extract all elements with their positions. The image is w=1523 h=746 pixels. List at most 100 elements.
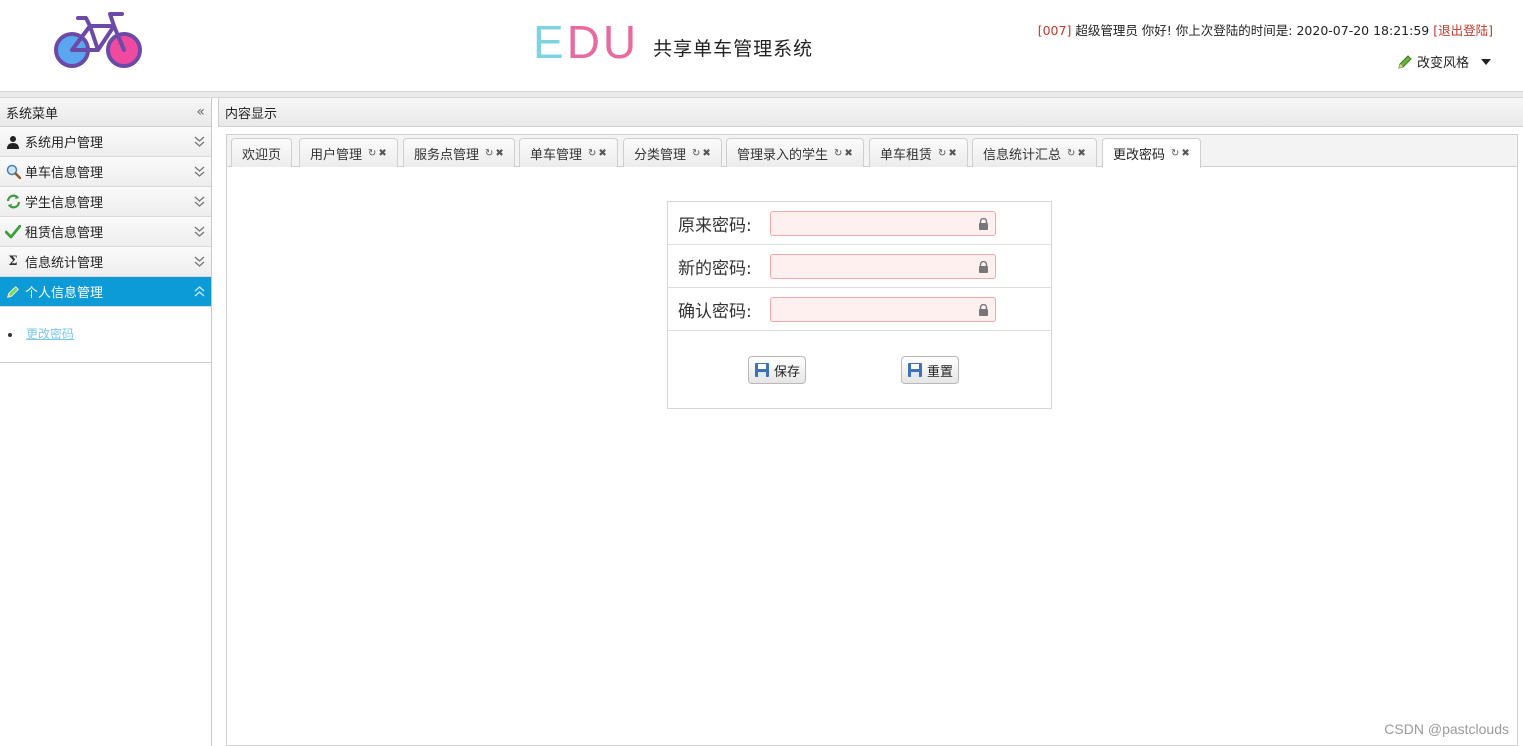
last-login-time: 2020-07-20 18:21:59 [1296,23,1430,38]
bicycle-logo-icon [54,12,142,68]
tab-category-management[interactable]: 分类管理 ↻ ✖ [623,138,722,167]
search-icon [5,164,21,180]
brand-edu-e: E [533,16,567,68]
brand-subtitle: 共享单车管理系统 [653,37,814,60]
submenu-change-password-link[interactable]: 更改密码 [26,327,74,341]
reset-label: 重置 [927,364,954,380]
refresh-icon[interactable]: ↻ [692,148,700,159]
close-icon[interactable]: ✖ [1181,148,1189,159]
tab-bike-rental[interactable]: 单车租赁 ↻ ✖ [869,138,968,167]
tab-bike-management[interactable]: 单车管理 ↻ ✖ [519,138,618,167]
tab-label: 单车租赁 [880,147,933,163]
menu-system-user[interactable]: 系统用户管理 [0,127,211,157]
content-panel: 内容显示 欢迎页 用户管理 ↻ ✖ 服务点管理 ↻ ✖ 单车管理 ↻ ✖ 分类管理 ↻… [218,98,1523,746]
lock-icon [979,303,988,316]
tab-user-management[interactable]: 用户管理 ↻ ✖ [299,138,398,167]
logout-link[interactable]: [退出登陆] [1433,23,1493,38]
change-password-form: 原来密码: 新的密码: 确认密码: 保存 重置 [667,201,1052,409]
chevron-double-up-icon [191,284,207,300]
brand-edu-d: D [566,16,603,68]
pencil-icon [1398,54,1412,69]
login-info: [007] 超级管理员 你好! 你上次登陆的时间是: 2020-07-20 18… [1038,20,1493,39]
close-icon[interactable]: ✖ [598,148,606,159]
refresh-icon[interactable]: ↻ [485,148,493,159]
menu-label: 租赁信息管理 [25,226,104,241]
old-password-label: 原来密码: [678,215,752,236]
menu-rental-info[interactable]: 租赁信息管理 [0,217,211,247]
new-password-field[interactable] [770,253,996,279]
tab-statistics-summary[interactable]: 信息统计汇总 ↻ ✖ [972,138,1097,167]
refresh-icon[interactable]: ↻ [1067,148,1075,159]
refresh-icon[interactable]: ↻ [938,148,946,159]
floppy-disk-icon [755,363,769,377]
old-password-row: 原来密码: [668,202,1051,245]
header: EDU 共享单车管理系统 [007] 超级管理员 你好! 你上次登陆的时间是: … [0,0,1523,92]
tab-label: 信息统计汇总 [983,147,1062,163]
chevron-double-down-icon [191,134,207,150]
content-title: 内容显示 [225,106,278,122]
menu-label: 学生信息管理 [25,196,104,211]
refresh-icon[interactable]: ↻ [1171,148,1179,159]
user-id: [007] [1037,23,1072,38]
close-icon[interactable]: ✖ [948,148,956,159]
tab-change-password[interactable]: 更改密码 ↻ ✖ [1102,138,1201,168]
menu-label: 个人信息管理 [25,286,104,301]
tabs-container: 欢迎页 用户管理 ↻ ✖ 服务点管理 ↻ ✖ 单车管理 ↻ ✖ 分类管理 ↻ ✖ 管理录… [226,134,1518,746]
tab-label: 更改密码 [1113,148,1166,163]
watermark: CSDN @pastclouds [1384,721,1509,737]
chevron-double-down-icon [191,254,207,270]
sidebar: 系统菜单 « 系统用户管理 单车信息管理 学生信息管理 租赁信息管理 Σ 信息统… [0,98,212,746]
greeting-text: 超级管理员 你好! 你上次登陆的时间是: [1075,23,1293,38]
menu-label: 系统用户管理 [25,136,104,151]
chevron-double-down-icon [191,194,207,210]
sidebar-header: 系统菜单 « [0,98,211,127]
save-button[interactable]: 保存 [748,356,807,384]
tab-student-management[interactable]: 管理录入的学生 ↻ ✖ [726,138,864,167]
user-icon [5,134,21,150]
menu-bike-info[interactable]: 单车信息管理 [0,157,211,187]
brand-title: EDU 共享单车管理系统 [533,14,813,70]
sigma-icon: Σ [8,254,18,269]
tab-label: 服务点管理 [414,147,480,163]
tab-label: 用户管理 [310,147,363,163]
chevron-down-icon [1481,58,1491,65]
brand-edu: EDU [533,19,639,65]
confirm-password-label: 确认密码: [678,301,752,322]
menu-label: 信息统计管理 [25,256,104,271]
change-theme-label: 改变风格 [1416,56,1469,71]
old-password-field[interactable] [770,210,996,236]
menu-personal-info[interactable]: 个人信息管理 [0,277,211,307]
refresh-icon [5,194,21,210]
submenu-personal: 更改密码 [0,307,211,363]
check-icon [5,224,21,240]
reset-button[interactable]: 重置 [901,356,960,384]
menu-statistics[interactable]: Σ 信息统计管理 [0,247,211,277]
menu-label: 单车信息管理 [25,166,104,181]
content-header: 内容显示 [218,98,1523,127]
chevron-double-down-icon [191,164,207,180]
menu-student-info[interactable]: 学生信息管理 [0,187,211,217]
confirm-password-field[interactable] [770,296,996,322]
tab-label: 管理录入的学生 [737,147,829,163]
tab-label: 分类管理 [634,147,687,163]
refresh-icon[interactable]: ↻ [368,148,376,159]
close-icon[interactable]: ✖ [495,148,503,159]
form-actions: 保存 重置 [668,331,1051,408]
close-icon[interactable]: ✖ [844,148,852,159]
brand-edu-u: U [602,16,640,68]
close-icon[interactable]: ✖ [1077,148,1085,159]
floppy-disk-icon [908,363,922,377]
chevron-double-down-icon [191,224,207,240]
tab-label: 单车管理 [530,147,583,163]
confirm-password-row: 确认密码: [668,288,1051,331]
change-theme-button[interactable]: 改变风格 [1397,52,1491,71]
refresh-icon[interactable]: ↻ [834,148,842,159]
sidebar-title: 系统菜单 [6,106,59,122]
collapse-left-icon[interactable]: « [196,104,205,120]
tab-welcome[interactable]: 欢迎页 [231,138,293,167]
close-icon[interactable]: ✖ [702,148,710,159]
tab-service-point[interactable]: 服务点管理 ↻ ✖ [403,138,515,167]
close-icon[interactable]: ✖ [378,148,386,159]
refresh-icon[interactable]: ↻ [588,148,596,159]
tab-label: 欢迎页 [242,147,282,163]
